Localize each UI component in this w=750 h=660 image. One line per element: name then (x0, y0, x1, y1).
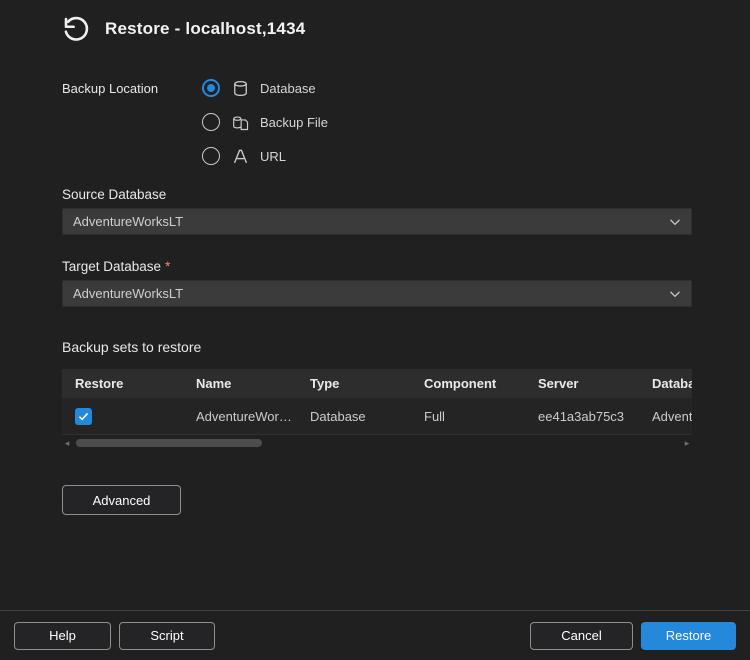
cell-restore (62, 398, 183, 434)
restore-button[interactable]: Restore (641, 622, 736, 650)
column-header-component[interactable]: Component (411, 369, 525, 398)
cell-type: Database (297, 398, 411, 434)
table-header-row: Restore Name Type Component Server Datab… (62, 369, 692, 398)
radio-button-backup-file[interactable] (202, 113, 220, 131)
database-icon (230, 78, 250, 98)
required-asterisk: * (165, 259, 170, 274)
radio-button-database[interactable] (202, 79, 220, 97)
chevron-down-icon (669, 290, 681, 298)
backup-sets-label: Backup sets to restore (62, 339, 201, 355)
radio-label-url: URL (260, 149, 286, 164)
restore-dialog: Restore - localhost,1434 Backup Location… (0, 0, 750, 660)
footer-right-buttons: Cancel Restore (530, 622, 736, 650)
radio-option-url[interactable]: URL (202, 146, 328, 166)
dialog-header: Restore - localhost,1434 (58, 12, 305, 46)
help-button[interactable]: Help (14, 622, 111, 650)
target-database-value: AdventureWorksLT (73, 286, 183, 301)
source-database-label: Source Database (62, 187, 166, 202)
backup-location-options: Database Backup File (202, 78, 328, 166)
column-header-restore[interactable]: Restore (62, 369, 183, 398)
cancel-button[interactable]: Cancel (530, 622, 633, 650)
advanced-button[interactable]: Advanced (62, 485, 181, 515)
restore-icon (58, 12, 92, 46)
scrollbar-track[interactable] (72, 439, 682, 448)
restore-checkbox[interactable] (75, 408, 92, 425)
backup-file-icon (230, 112, 250, 132)
target-database-label-text: Target Database (62, 259, 161, 274)
footer-left-buttons: Help Script (14, 622, 215, 650)
scroll-left-icon[interactable]: ◂ (62, 439, 72, 448)
cell-name: AdventureWorksLT (183, 398, 297, 434)
scroll-right-icon[interactable]: ▸ (682, 439, 692, 448)
column-header-server[interactable]: Server (525, 369, 639, 398)
radio-option-backup-file[interactable]: Backup File (202, 112, 328, 132)
radio-option-database[interactable]: Database (202, 78, 328, 98)
chevron-down-icon (669, 218, 681, 226)
column-header-name[interactable]: Name (183, 369, 297, 398)
radio-label-backup-file: Backup File (260, 115, 328, 130)
cell-server: ee41a3ab75c3 (525, 398, 639, 434)
target-database-label: Target Database * (62, 259, 170, 274)
table-row[interactable]: AdventureWorksLT Database Full ee41a3ab7… (62, 398, 692, 435)
backup-sets-table: Restore Name Type Component Server Datab… (62, 369, 692, 450)
backup-location-section: Backup Location Database (62, 78, 328, 166)
target-database-select[interactable]: AdventureWorksLT (62, 280, 692, 307)
dialog-footer: Help Script Cancel Restore (0, 610, 750, 660)
source-database-value: AdventureWorksLT (73, 214, 183, 229)
column-header-database[interactable]: Database (639, 369, 692, 398)
backup-location-label: Backup Location (62, 78, 202, 166)
scrollbar-thumb[interactable] (76, 439, 262, 447)
horizontal-scrollbar[interactable]: ◂ ▸ (62, 437, 692, 450)
dialog-title: Restore - localhost,1434 (105, 19, 305, 39)
cell-database: AdventureWorksLT (639, 398, 692, 434)
radio-button-url[interactable] (202, 147, 220, 165)
column-header-type[interactable]: Type (297, 369, 411, 398)
script-button[interactable]: Script (119, 622, 215, 650)
url-icon (230, 146, 250, 166)
source-database-select[interactable]: AdventureWorksLT (62, 208, 692, 235)
radio-label-database: Database (260, 81, 316, 96)
cell-component: Full (411, 398, 525, 434)
